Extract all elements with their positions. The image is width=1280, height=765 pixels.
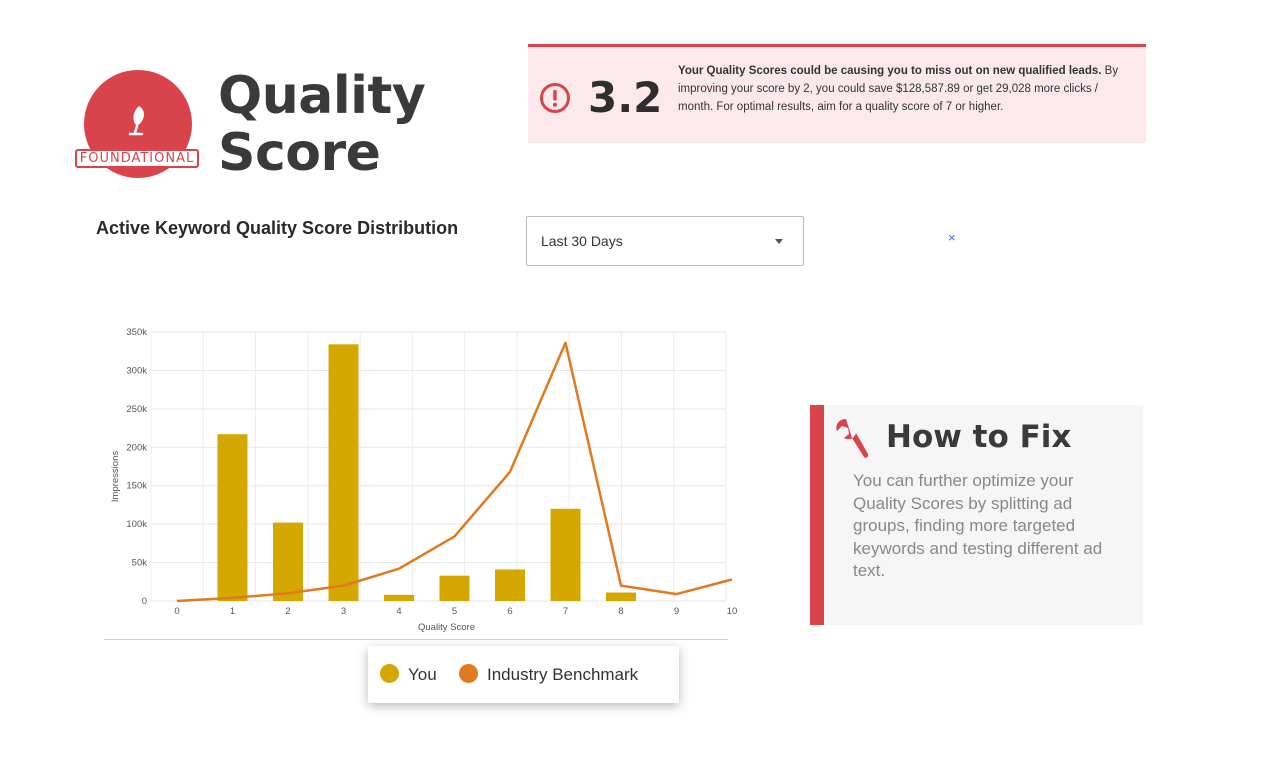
how-to-fix-panel: How to Fix You can further optimize your… (810, 405, 1143, 625)
page-title-text: Quality Score (218, 66, 426, 183)
fix-description: You can further optimize your Quality Sc… (853, 471, 1103, 580)
chart-labels: 0 50k 100k 150k 200k 250k 300k 350k 0 1 2 3 4 5 6 7 8 9 10… (110, 327, 737, 633)
legend-item-you[interactable]: You (380, 664, 437, 685)
x-tick-label: 8 (618, 606, 623, 617)
exclamation-circle-icon (540, 83, 570, 113)
y-tick-label: 100k (126, 519, 147, 530)
chevron-down-icon (775, 239, 783, 244)
y-tick-label: 0 (142, 596, 147, 607)
section-title: Active Keyword Quality Score Distributio… (96, 218, 459, 238)
legend-label-you: You (408, 665, 437, 684)
y-tick-label: 350k (126, 327, 147, 338)
alert-message-bold: Your Quality Scores could be causing you… (678, 65, 1102, 77)
alert-message: Your Quality Scores could be causing you… (678, 62, 1134, 116)
wrench-icon (836, 419, 869, 458)
chart-legend: You Industry Benchmark (368, 646, 679, 703)
y-tick-label: 200k (126, 442, 147, 453)
close-icon[interactable]: × (948, 230, 956, 246)
x-tick-label: 6 (507, 606, 512, 617)
leaf-icon (128, 106, 145, 136)
x-tick-label: 2 (285, 606, 290, 617)
legend-dot-you (380, 664, 399, 683)
y-tick-label: 50k (132, 558, 148, 569)
chart-divider (104, 639, 728, 640)
x-tick-label: 10 (727, 606, 738, 617)
bar-you (550, 508, 581, 601)
x-tick-label: 4 (396, 606, 401, 617)
y-axis-label: Impressions (110, 451, 121, 502)
x-axis-label: Quality Score (418, 622, 475, 633)
date-range-value: Last 30 Days (541, 233, 623, 249)
page-title: Quality Score (218, 66, 426, 183)
legend-dot-industry-benchmark (459, 664, 478, 683)
x-tick-label: 9 (674, 606, 679, 617)
x-tick-label: 3 (341, 606, 346, 617)
fix-accent-bar (810, 405, 824, 625)
alert-score-value: 3.2 (588, 73, 663, 122)
fix-title: How to Fix (886, 419, 1072, 455)
legend-item-industry-benchmark[interactable]: Industry Benchmark (459, 664, 638, 685)
bar-you (439, 575, 470, 601)
x-tick-label: 5 (452, 606, 457, 617)
y-tick-label: 150k (126, 481, 147, 492)
foundational-badge: FOUNDATIONAL (75, 149, 199, 168)
y-tick-label: 300k (126, 365, 147, 376)
bar-you (495, 569, 525, 601)
x-tick-label: 1 (230, 606, 235, 617)
date-range-dropdown[interactable]: Last 30 Days (526, 216, 804, 266)
bar-you (384, 594, 414, 601)
bar-you (606, 592, 636, 601)
x-tick-label: 7 (563, 606, 568, 617)
quality-score-alert: 3.2 Your Quality Scores could be causing… (528, 44, 1146, 143)
y-tick-label: 250k (126, 404, 147, 415)
legend-label-industry-benchmark: Industry Benchmark (487, 665, 639, 684)
bar-you (328, 344, 359, 601)
quality-score-chart: 0 50k 100k 150k 200k 250k 300k 350k 0 1 2 3 4 5 6 7 8 9 10… (110, 327, 737, 633)
bar-you (217, 434, 248, 601)
bar-you (273, 522, 303, 601)
x-tick-label: 0 (174, 606, 179, 617)
